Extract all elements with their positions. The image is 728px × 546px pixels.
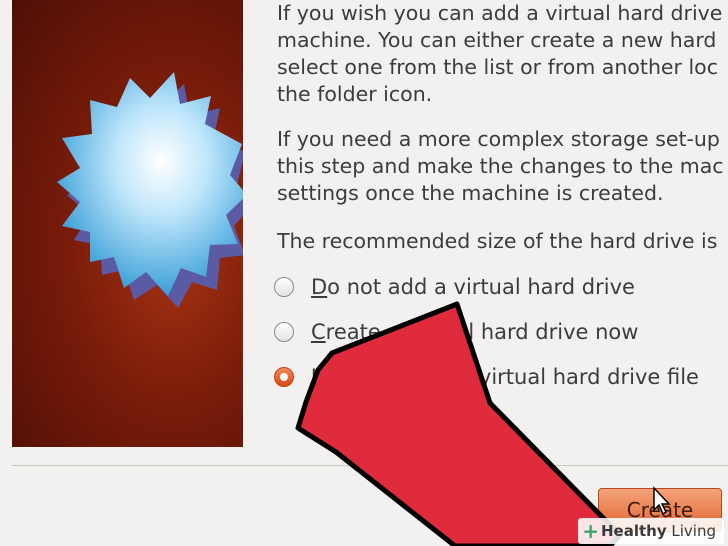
mouse-cursor-icon: [653, 486, 671, 516]
healthy-living-watermark: + Healthy Living: [578, 518, 724, 544]
intro-line-2: machine. You can either create a new har…: [277, 28, 717, 52]
recommended-size-line: The recommended size of the hard drive i…: [277, 229, 718, 253]
watermark-brand-rest: Living: [666, 522, 716, 540]
hard-drive-file-selector[interactable]: Fed: [313, 410, 403, 442]
intro-line-1: If you wish you can add a virtual hard d…: [277, 1, 723, 25]
recommended-size-text: The recommended size of the hard drive i…: [277, 228, 728, 255]
option-no-hard-drive-text: o not add a virtual hard drive: [327, 275, 635, 299]
radio-no-hard-drive[interactable]: [274, 277, 294, 297]
storage-line-3: settings once the machine is created.: [277, 181, 664, 205]
storage-line-1: If you need a more complex storage set-u…: [277, 127, 720, 151]
watermark-brand-bold: Healthy: [601, 522, 667, 540]
intro-line-4: the folder icon.: [277, 82, 433, 106]
option-create-hard-drive-label: Create a virtual hard drive now: [311, 320, 638, 344]
option-no-hard-drive-label: Do not add a virtual hard drive: [311, 275, 635, 299]
hard-drive-file-value: Fed: [322, 415, 360, 439]
access-key-c: C: [311, 320, 326, 344]
radio-existing-hard-drive[interactable]: [274, 367, 294, 387]
wizard-banner-image: [12, 0, 243, 447]
plus-logo-icon: +: [582, 519, 599, 543]
option-no-hard-drive[interactable]: Do not add a virtual hard drive: [274, 272, 635, 302]
option-existing-hard-drive-label: Use an existing virtual hard drive file: [311, 365, 699, 389]
intro-line-3: select one from the list or from another…: [277, 55, 719, 79]
access-key-d: D: [311, 275, 328, 299]
option-existing-hard-drive[interactable]: Use an existing virtual hard drive file: [274, 362, 699, 392]
option-existing-hard-drive-text: se an existing virtual hard drive file: [326, 365, 699, 389]
intro-paragraph: If you wish you can add a virtual hard d…: [277, 0, 728, 108]
storage-line-2: this step and make the changes to the ma…: [277, 154, 724, 178]
option-create-hard-drive-text: reate a virtual hard drive now: [325, 320, 639, 344]
access-key-u: U: [311, 365, 327, 389]
storage-paragraph: If you need a more complex storage set-u…: [277, 126, 728, 207]
radio-create-hard-drive[interactable]: [274, 322, 294, 342]
option-create-hard-drive[interactable]: Create a virtual hard drive now: [274, 317, 638, 347]
button-separator: [12, 465, 728, 466]
